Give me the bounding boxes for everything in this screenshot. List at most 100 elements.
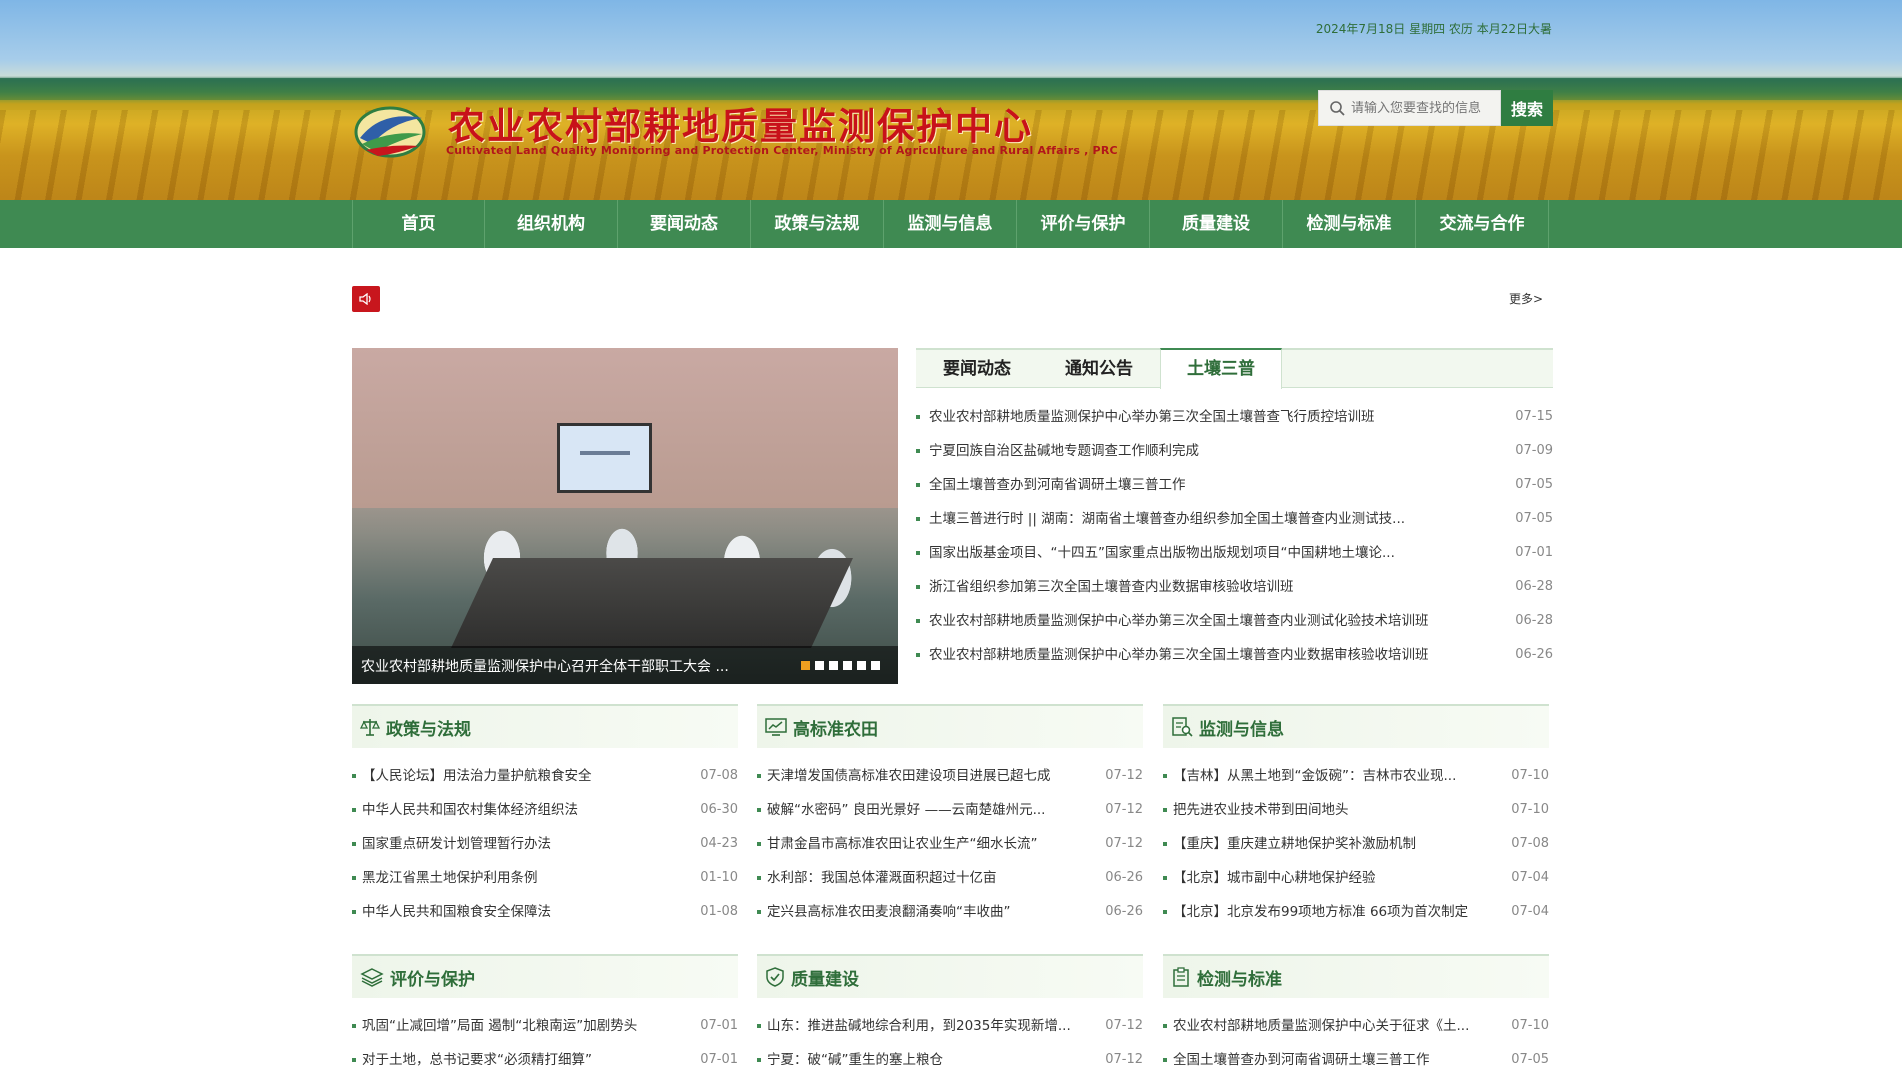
list-item[interactable]: 国家出版基金项目、“十四五”国家重点出版物出版规划项目“中国耕地土壤论... 07… bbox=[916, 536, 1553, 570]
item-title[interactable]: 农业农村部耕地质量监测保护中心关于征求《土... bbox=[1173, 1009, 1469, 1043]
column-title[interactable]: 质量建设 bbox=[791, 965, 859, 990]
main-nav: 首页 组织机构 要闻动态 政策与法规 监测与信息 评价与保护 质量建设 检测与标… bbox=[0, 200, 1902, 248]
news-title[interactable]: 土壤三普进行时 || 湖南：湖南省土壤普查办组织参加全国土壤普查内业测试技... bbox=[929, 511, 1405, 527]
column-header[interactable]: 质量建设 bbox=[757, 954, 1143, 998]
slide-caption[interactable]: 农业农村部耕地质量监测保护中心召开全体干部职工大会 ... bbox=[361, 656, 729, 676]
slider-dot[interactable] bbox=[815, 661, 824, 670]
slider-dot[interactable] bbox=[843, 661, 852, 670]
item-title[interactable]: 定兴县高标准农田麦浪翻涌奏响“丰收曲” bbox=[767, 895, 1011, 929]
item-title[interactable]: 全国土壤普查办到河南省调研土壤三普工作 bbox=[1173, 1043, 1430, 1077]
column-title[interactable]: 监测与信息 bbox=[1199, 715, 1284, 740]
news-title[interactable]: 国家出版基金项目、“十四五”国家重点出版物出版规划项目“中国耕地土壤论... bbox=[929, 545, 1395, 561]
search-input[interactable] bbox=[1351, 100, 1491, 116]
news-title[interactable]: 宁夏回族自治区盐碱地专题调查工作顺利完成 bbox=[929, 443, 1199, 459]
photo-slider[interactable]: 农业农村部耕地质量监测保护中心召开全体干部职工大会 ... bbox=[352, 348, 898, 684]
item-title[interactable]: 宁夏：破“碱”重生的塞上粮仓 bbox=[767, 1043, 943, 1077]
list-item[interactable]: 浙江省组织参加第三次全国土壤普查内业数据审核验收培训班 06-28 bbox=[916, 570, 1553, 604]
list-item[interactable]: 农业农村部耕地质量监测保护中心举办第三次全国土壤普查内业测试化验技术培训班 06-… bbox=[916, 604, 1553, 638]
news-title[interactable]: 全国土壤普查办到河南省调研土壤三普工作 bbox=[929, 477, 1186, 493]
nav-item-home[interactable]: 首页 bbox=[352, 200, 485, 248]
column-header[interactable]: 检测与标准 bbox=[1163, 954, 1549, 998]
list-item[interactable]: 国家重点研发计划管理暂行办法 04-23 bbox=[352, 827, 738, 861]
news-title[interactable]: 浙江省组织参加第三次全国土壤普查内业数据审核验收培训班 bbox=[929, 579, 1294, 595]
column-header[interactable]: 高标准农田 bbox=[757, 704, 1143, 748]
item-title[interactable]: 黑龙江省黑土地保护利用条例 bbox=[362, 861, 538, 895]
list-item[interactable]: 黑龙江省黑土地保护利用条例 01-10 bbox=[352, 861, 738, 895]
item-title[interactable]: 山东：推进盐碱地综合利用，到2035年实现新增... bbox=[767, 1009, 1071, 1043]
slider-dot[interactable] bbox=[801, 661, 810, 670]
column-title[interactable]: 政策与法规 bbox=[386, 715, 471, 740]
nav-item-monitoring[interactable]: 监测与信息 bbox=[884, 200, 1017, 248]
list-item[interactable]: 破解“水密码” 良田光景好 ——云南楚雄州元... 07-12 bbox=[757, 793, 1143, 827]
item-title[interactable]: 甘肃金昌市高标准农田让农业生产“细水长流” bbox=[767, 827, 1038, 861]
column-header[interactable]: 评价与保护 bbox=[352, 954, 738, 998]
list-item[interactable]: 宁夏回族自治区盐碱地专题调查工作顺利完成 07-09 bbox=[916, 434, 1553, 468]
column-header[interactable]: 政策与法规 bbox=[352, 704, 738, 748]
notice-more-link[interactable]: 更多> bbox=[1509, 290, 1543, 307]
column-title[interactable]: 检测与标准 bbox=[1197, 965, 1282, 990]
item-title[interactable]: 【重庆】重庆建立耕地保护奖补激励机制 bbox=[1173, 827, 1416, 861]
list-item[interactable]: 土壤三普进行时 || 湖南：湖南省土壤普查办组织参加全国土壤普查内业测试技...… bbox=[916, 502, 1553, 536]
list-item[interactable]: 宁夏：破“碱”重生的塞上粮仓 07-12 bbox=[757, 1043, 1143, 1077]
list-item[interactable]: 甘肃金昌市高标准农田让农业生产“细水长流” 07-12 bbox=[757, 827, 1143, 861]
list-item[interactable]: 【重庆】重庆建立耕地保护奖补激励机制 07-08 bbox=[1163, 827, 1549, 861]
list-item[interactable]: 【人民论坛】用法治力量护航粮食安全 07-08 bbox=[352, 759, 738, 793]
slider-dot[interactable] bbox=[857, 661, 866, 670]
news-title[interactable]: 农业农村部耕地质量监测保护中心举办第三次全国土壤普查内业数据审核验收培训班 bbox=[929, 647, 1429, 663]
news-title[interactable]: 农业农村部耕地质量监测保护中心举办第三次全国土壤普查内业测试化验技术培训班 bbox=[929, 613, 1429, 629]
list-item[interactable]: 定兴县高标准农田麦浪翻涌奏响“丰收曲” 06-26 bbox=[757, 895, 1143, 929]
news-title[interactable]: 农业农村部耕地质量监测保护中心举办第三次全国土壤普查飞行质控培训班 bbox=[929, 409, 1375, 425]
nav-item-evaluation[interactable]: 评价与保护 bbox=[1017, 200, 1150, 248]
list-item[interactable]: 天津增发国债高标准农田建设项目进展已超七成 07-12 bbox=[757, 759, 1143, 793]
nav-item-quality[interactable]: 质量建设 bbox=[1150, 200, 1283, 248]
search-button[interactable]: 搜索 bbox=[1501, 90, 1553, 126]
column-title[interactable]: 评价与保护 bbox=[390, 965, 475, 990]
item-title[interactable]: 【吉林】从黑土地到“金饭碗”：吉林市农业现... bbox=[1173, 759, 1456, 793]
column-header[interactable]: 监测与信息 bbox=[1163, 704, 1549, 748]
item-title[interactable]: 水利部：我国总体灌溉面积超过十亿亩 bbox=[767, 861, 997, 895]
list-item[interactable]: 对于土地，总书记要求“必须精打细算” 07-01 bbox=[352, 1043, 738, 1077]
nav-item-organization[interactable]: 组织机构 bbox=[485, 200, 618, 248]
item-title[interactable]: 天津增发国债高标准农田建设项目进展已超七成 bbox=[767, 759, 1051, 793]
list-item[interactable]: 中华人民共和国农村集体经济组织法 06-30 bbox=[352, 793, 738, 827]
tab-2[interactable]: 土壤三普 bbox=[1160, 348, 1282, 389]
item-title[interactable]: 巩固“止减回增”局面 遏制“北粮南运”加剧势头 bbox=[362, 1009, 637, 1043]
item-title[interactable]: 对于土地，总书记要求“必须精打细算” bbox=[362, 1043, 592, 1077]
site-title[interactable]: 农业农村部耕地质量监测保护中心 bbox=[448, 96, 1033, 150]
nav-item-policy[interactable]: 政策与法规 bbox=[751, 200, 884, 248]
tab-0[interactable]: 要闻动态 bbox=[916, 350, 1038, 388]
nav-item-exchange[interactable]: 交流与合作 bbox=[1416, 200, 1549, 248]
logo-icon[interactable] bbox=[352, 100, 428, 160]
tab-1[interactable]: 通知公告 bbox=[1038, 350, 1160, 388]
slider-dot[interactable] bbox=[871, 661, 880, 670]
list-item[interactable]: 【北京】城市副中心耕地保护经验 07-04 bbox=[1163, 861, 1549, 895]
search-box[interactable] bbox=[1318, 90, 1501, 126]
item-title[interactable]: 【北京】城市副中心耕地保护经验 bbox=[1173, 861, 1376, 895]
news-date: 07-05 bbox=[1515, 477, 1553, 492]
column-section: 评价与保护巩固“止减回增”局面 遏制“北粮南运”加剧势头 07-01 对于土地，总书… bbox=[352, 954, 738, 1077]
list-item[interactable]: 把先进农业技术带到田间地头 07-10 bbox=[1163, 793, 1549, 827]
item-title[interactable]: 中华人民共和国粮食安全保障法 bbox=[362, 895, 551, 929]
list-item[interactable]: 全国土壤普查办到河南省调研土壤三普工作 07-05 bbox=[916, 468, 1553, 502]
item-title[interactable]: 【人民论坛】用法治力量护航粮食安全 bbox=[362, 759, 592, 793]
nav-item-news[interactable]: 要闻动态 bbox=[618, 200, 751, 248]
list-item[interactable]: 水利部：我国总体灌溉面积超过十亿亩 06-26 bbox=[757, 861, 1143, 895]
list-item[interactable]: 农业农村部耕地质量监测保护中心关于征求《土... 07-10 bbox=[1163, 1009, 1549, 1043]
list-item[interactable]: 【北京】北京发布99项地方标准 66项为首次制定 07-04 bbox=[1163, 895, 1549, 929]
list-item[interactable]: 农业农村部耕地质量监测保护中心举办第三次全国土壤普查内业数据审核验收培训班 06-… bbox=[916, 638, 1553, 672]
nav-item-testing[interactable]: 检测与标准 bbox=[1283, 200, 1416, 248]
item-date: 07-12 bbox=[1105, 802, 1143, 817]
item-title[interactable]: 中华人民共和国农村集体经济组织法 bbox=[362, 793, 578, 827]
list-item[interactable]: 巩固“止减回增”局面 遏制“北粮南运”加剧势头 07-01 bbox=[352, 1009, 738, 1043]
list-item[interactable]: 农业农村部耕地质量监测保护中心举办第三次全国土壤普查飞行质控培训班 07-15 bbox=[916, 400, 1553, 434]
column-title[interactable]: 高标准农田 bbox=[793, 715, 878, 740]
item-title[interactable]: 国家重点研发计划管理暂行办法 bbox=[362, 827, 551, 861]
list-item[interactable]: 【吉林】从黑土地到“金饭碗”：吉林市农业现... 07-10 bbox=[1163, 759, 1549, 793]
list-item[interactable]: 山东：推进盐碱地综合利用，到2035年实现新增... 07-12 bbox=[757, 1009, 1143, 1043]
item-title[interactable]: 把先进农业技术带到田间地头 bbox=[1173, 793, 1349, 827]
list-item[interactable]: 全国土壤普查办到河南省调研土壤三普工作 07-05 bbox=[1163, 1043, 1549, 1077]
list-item[interactable]: 中华人民共和国粮食安全保障法 01-08 bbox=[352, 895, 738, 929]
slider-dot[interactable] bbox=[829, 661, 838, 670]
item-title[interactable]: 【北京】北京发布99项地方标准 66项为首次制定 bbox=[1173, 895, 1468, 929]
item-title[interactable]: 破解“水密码” 良田光景好 ——云南楚雄州元... bbox=[767, 793, 1045, 827]
